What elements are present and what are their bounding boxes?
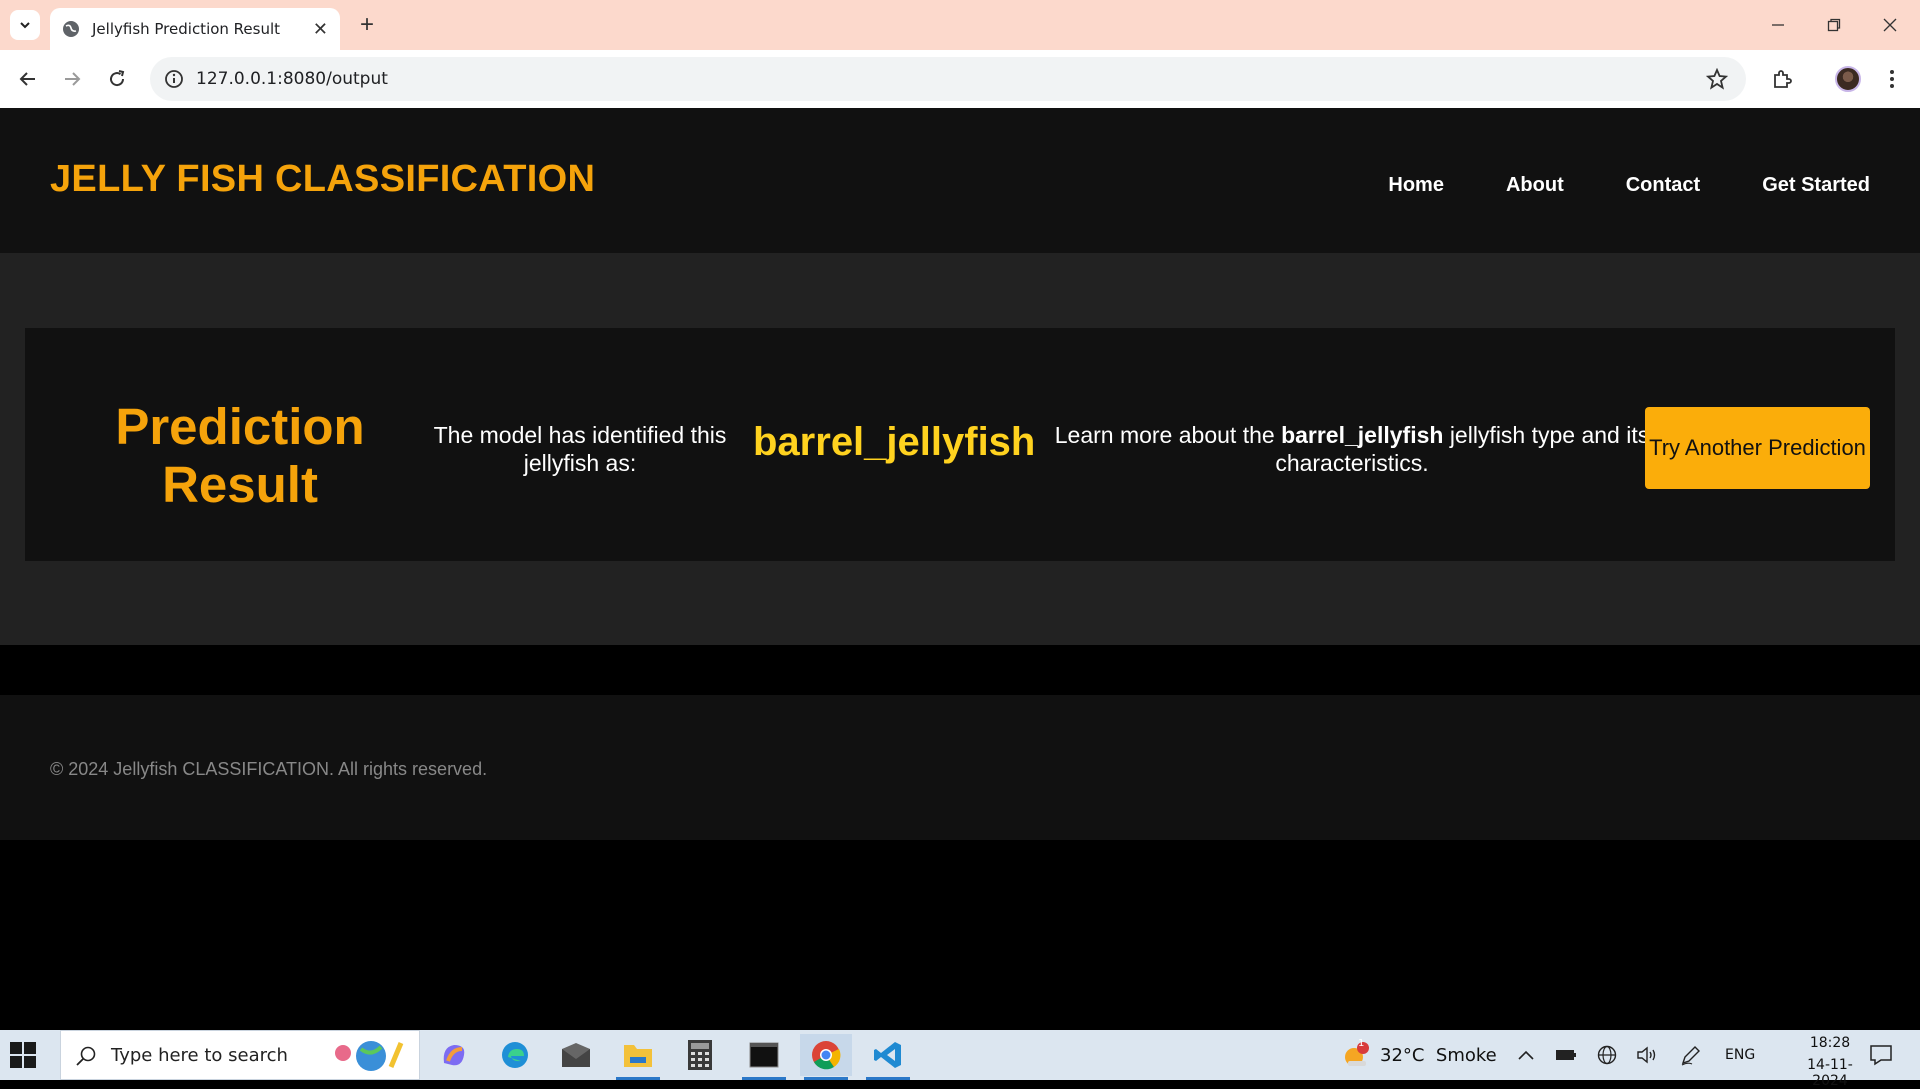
back-button[interactable] (12, 63, 44, 95)
mail-icon (562, 1043, 590, 1067)
taskbar-calculator[interactable] (674, 1034, 726, 1076)
taskbar-copilot[interactable] (428, 1034, 480, 1076)
notifications-button[interactable] (1868, 1042, 1894, 1068)
weather-text[interactable]: 32°C Smoke (1380, 1045, 1497, 1066)
url-text[interactable]: 127.0.0.1:8080/output (196, 69, 388, 89)
profile-button[interactable] (1834, 65, 1862, 93)
copilot-icon (443, 1045, 465, 1066)
battery-tray[interactable] (1555, 1044, 1577, 1066)
reload-button[interactable] (101, 63, 133, 95)
globe-network-icon (1597, 1045, 1617, 1065)
tab-search-button[interactable] (10, 10, 40, 40)
globe-icon (63, 21, 79, 37)
learn-more-class: barrel_jellyfish (1281, 422, 1444, 448)
search-placeholder: Type here to search (111, 1045, 288, 1066)
network-tray[interactable] (1596, 1044, 1618, 1066)
nav-home[interactable]: Home (1388, 174, 1444, 197)
taskbar-edge[interactable] (489, 1034, 541, 1076)
tab-title: Jellyfish Prediction Result (92, 20, 281, 38)
browser-toolbar: 127.0.0.1:8080/output (0, 50, 1920, 108)
nav-about[interactable]: About (1506, 174, 1564, 197)
arrow-right-icon (65, 72, 81, 86)
windows-logo-pane (24, 1042, 36, 1054)
battery-icon (1556, 1050, 1576, 1060)
avatar (1835, 66, 1861, 92)
volume-tray[interactable] (1636, 1044, 1658, 1066)
result-title: Prediction Result (115, 398, 365, 513)
taskbar-search[interactable]: Type here to search (60, 1030, 420, 1080)
chevron-up-icon (1518, 1050, 1534, 1060)
site-logo[interactable]: JELLY FISH CLASSIFICATION (50, 158, 595, 201)
taskbar-mail[interactable] (550, 1034, 602, 1076)
extensions-button[interactable] (1768, 65, 1796, 93)
reload-icon (110, 70, 125, 87)
learn-more-prefix: Learn more about the (1054, 422, 1275, 448)
page-divider (0, 645, 1920, 695)
pen-icon (1681, 1046, 1700, 1066)
taskbar-chrome[interactable] (800, 1034, 852, 1080)
windows-logo-pane (10, 1056, 22, 1068)
browser-tab-strip: Jellyfish Prediction Result ✕ + (0, 0, 1920, 50)
edge-icon (502, 1042, 528, 1068)
search-icon (76, 1046, 96, 1066)
weather-widget-icon[interactable] (1342, 1041, 1370, 1069)
puzzle-icon (1774, 70, 1792, 88)
close-window-button[interactable] (1862, 0, 1918, 50)
learn-more-text: Learn more about the barrel_jellyfish je… (1037, 421, 1667, 477)
weather-badge: 1 (1358, 1038, 1365, 1049)
clock-time[interactable]: 18:28 (1790, 1035, 1870, 1051)
vscode-icon (874, 1042, 901, 1068)
main-nav: Home About Contact Get Started (1388, 174, 1870, 197)
minimize-button[interactable] (1750, 0, 1806, 50)
try-another-prediction-button[interactable]: Try Another Prediction (1645, 407, 1870, 489)
folder-icon (624, 1045, 652, 1067)
close-icon (1883, 18, 1897, 32)
bookmark-star-icon[interactable] (1706, 68, 1728, 90)
chrome-icon (812, 1041, 841, 1070)
chevron-down-icon (20, 22, 30, 29)
windows-logo-icon (10, 1042, 22, 1054)
weather-sun-icon (1345, 1042, 1369, 1066)
windows-taskbar: Type here to search 1 32°C Smoke ENG 18:… (0, 1030, 1920, 1089)
result-description: The model has identified this jellyfish … (433, 422, 727, 476)
speaker-icon (1637, 1046, 1656, 1064)
nav-get-started[interactable]: Get Started (1762, 174, 1870, 197)
restore-button[interactable] (1806, 0, 1862, 50)
active-tab[interactable]: Jellyfish Prediction Result ✕ (50, 8, 340, 50)
taskbar-vscode[interactable] (862, 1034, 914, 1080)
close-tab-icon[interactable]: ✕ (313, 19, 328, 40)
address-bar[interactable]: 127.0.0.1:8080/output (150, 57, 1746, 101)
more-vertical-icon (1890, 70, 1894, 88)
restore-icon (1827, 18, 1841, 32)
predicted-class: barrel_jellyfish (753, 420, 1036, 464)
result-section: Prediction Result The model has identifi… (0, 253, 1920, 645)
site-info-icon[interactable] (164, 69, 184, 89)
minimize-icon (1772, 24, 1784, 26)
taskbar-file-explorer[interactable] (612, 1034, 664, 1080)
arrow-left-icon (19, 72, 35, 86)
windows-start-button[interactable] (10, 1042, 36, 1068)
clock-date[interactable]: 14-11-2024 (1790, 1057, 1870, 1089)
site-footer: © 2024 Jellyfish CLASSIFICATION. All rig… (0, 695, 1920, 840)
forward-button[interactable] (56, 63, 88, 95)
terminal-icon (749, 1042, 779, 1068)
site-header: JELLY FISH CLASSIFICATION Home About Con… (0, 108, 1920, 253)
footer-copyright: © 2024 Jellyfish CLASSIFICATION. All rig… (50, 759, 488, 779)
pen-tray[interactable] (1680, 1044, 1702, 1066)
result-card: Prediction Result The model has identifi… (25, 328, 1895, 561)
browser-menu-button[interactable] (1878, 65, 1906, 93)
calculator-icon (688, 1040, 712, 1070)
taskbar-terminal[interactable] (738, 1034, 790, 1080)
windows-logo-pane (24, 1056, 36, 1068)
show-hidden-icons[interactable] (1515, 1044, 1537, 1066)
new-tab-button[interactable]: + (352, 10, 382, 40)
language-indicator[interactable]: ENG (1725, 1047, 1755, 1063)
nav-contact[interactable]: Contact (1626, 174, 1700, 197)
search-highlight-icon (335, 1041, 404, 1071)
notification-icon (1870, 1045, 1892, 1066)
web-page: JELLY FISH CLASSIFICATION Home About Con… (0, 108, 1920, 1030)
